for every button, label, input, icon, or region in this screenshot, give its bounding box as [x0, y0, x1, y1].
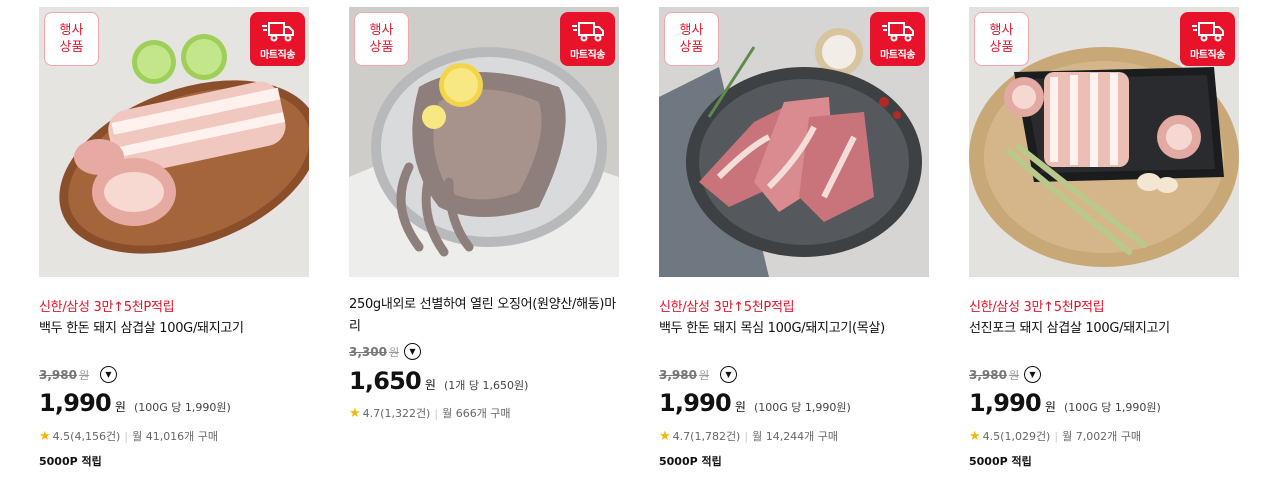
mart-delivery-badge: 마트직송 — [250, 12, 305, 66]
unit-price: (100G 당 1,990원) — [133, 401, 231, 414]
sale-price: 1,990 원 (100G 당 1,990원) — [659, 389, 851, 417]
star-icon: ★ — [659, 429, 671, 444]
sale-price-currency: 원 — [1044, 400, 1056, 414]
original-price-currency: 원 — [388, 346, 400, 359]
product-card[interactable]: 행사 상품 마트직송 250g내외로 선별하여 열린 오징어(원양산/해동)마리… — [349, 7, 619, 477]
chevron-down-icon[interactable]: ▼ — [1024, 366, 1041, 383]
mart-delivery-label: 마트직송 — [570, 50, 605, 61]
promo-text: 신한/삼성 3만↑5천P적립 — [659, 300, 795, 315]
original-price: 3,980 원 ▼ — [659, 366, 737, 383]
sale-price-currency: 원 — [734, 400, 746, 414]
unit-price: (100G 당 1,990원) — [1063, 401, 1161, 414]
sale-price: 1,650 원 (1개 당 1,650원) — [349, 367, 528, 395]
chevron-down-icon[interactable]: ▼ — [720, 366, 737, 383]
rating-value: 4.7 — [362, 407, 381, 420]
review-count: (1,782건) — [690, 430, 741, 443]
original-price-value: 3,980 — [39, 368, 77, 382]
truck-icon — [1192, 22, 1224, 42]
event-badge-line1: 행사 — [679, 23, 704, 38]
monthly-sales: 월 14,244개 구매 — [752, 430, 839, 443]
star-icon: ★ — [969, 429, 981, 444]
divider: | — [124, 430, 129, 443]
event-badge: 행사 상품 — [974, 12, 1029, 66]
event-badge: 행사 상품 — [354, 12, 409, 66]
chevron-down-icon[interactable]: ▼ — [100, 366, 117, 383]
mart-delivery-badge: 마트직송 — [560, 12, 615, 66]
monthly-sales: 월 666개 구매 — [442, 407, 511, 420]
mart-delivery-label: 마트직송 — [1190, 50, 1225, 61]
sale-price: 1,990 원 (100G 당 1,990원) — [969, 389, 1161, 417]
unit-price: (100G 당 1,990원) — [753, 401, 851, 414]
original-price: 3,300 원 ▼ — [349, 343, 421, 360]
event-badge-line1: 행사 — [59, 23, 84, 38]
divider: | — [744, 430, 749, 443]
divider: | — [1054, 430, 1059, 443]
original-price-currency: 원 — [1008, 369, 1020, 382]
mart-delivery-badge: 마트직송 — [1180, 12, 1235, 66]
original-price-currency: 원 — [78, 369, 90, 382]
promo-text: 신한/삼성 3만↑5천P적립 — [39, 300, 175, 315]
event-badge: 행사 상품 — [664, 12, 719, 66]
rating-value: 4.5 — [52, 430, 71, 443]
product-title[interactable]: 백두 한돈 돼지 목심 100G/돼지고기(목살) — [659, 318, 927, 340]
sale-price-value: 1,990 — [39, 389, 112, 417]
event-badge: 행사 상품 — [44, 12, 99, 66]
star-icon: ★ — [39, 429, 51, 444]
event-badge-line1: 행사 — [989, 23, 1014, 38]
promo-text: 신한/삼성 3만↑5천P적립 — [969, 300, 1105, 315]
original-price-value: 3,300 — [349, 345, 387, 359]
product-card[interactable]: 행사 상품 마트직송 신한/삼성 3만↑5천P적립 선진포크 돼지 삼겹살 10… — [969, 7, 1239, 477]
points-text: 5000P 적립 — [969, 455, 1032, 468]
original-price: 3,980 원 ▼ — [969, 366, 1041, 383]
event-badge-line2: 상품 — [989, 40, 1014, 55]
product-card[interactable]: 행사 상품 마트직송 신한/삼성 3만↑5천P적립 백두 한돈 돼지 목심 10… — [659, 7, 929, 477]
points-text: 5000P 적립 — [659, 455, 722, 468]
product-title[interactable]: 250g내외로 선별하여 열린 오징어(원양산/해동)마리 — [349, 294, 617, 338]
product-title[interactable]: 선진포크 돼지 삼겹살 100G/돼지고기 — [969, 318, 1237, 340]
sale-price-currency: 원 — [424, 378, 436, 392]
original-price-currency: 원 — [698, 369, 710, 382]
rating-row: ★ 4.7(1,782건) | 월 14,244개 구매 — [659, 428, 838, 444]
mart-delivery-label: 마트직송 — [880, 50, 915, 61]
mart-delivery-badge: 마트직송 — [870, 12, 925, 66]
review-count: (1,029건) — [1000, 430, 1051, 443]
original-price: 3,980 원 ▼ — [39, 366, 117, 383]
rating-value: 4.7 — [672, 430, 691, 443]
truck-icon — [882, 22, 914, 42]
original-price-value: 3,980 — [969, 368, 1007, 382]
chevron-down-icon[interactable]: ▼ — [404, 343, 421, 360]
event-badge-line2: 상품 — [59, 40, 84, 55]
rating-row: ★ 4.5(1,029건) | 월 7,002개 구매 — [969, 428, 1141, 444]
review-count: (4,156건) — [70, 430, 121, 443]
sale-price-value: 1,650 — [349, 367, 422, 395]
unit-price: (1개 당 1,650원) — [443, 379, 529, 392]
star-icon: ★ — [349, 406, 361, 421]
sale-price-value: 1,990 — [969, 389, 1042, 417]
sale-price-value: 1,990 — [659, 389, 732, 417]
divider: | — [434, 407, 439, 420]
event-badge-line1: 행사 — [369, 23, 394, 38]
mart-delivery-label: 마트직송 — [260, 50, 295, 61]
truck-icon — [572, 22, 604, 42]
points-text: 5000P 적립 — [39, 455, 102, 468]
event-badge-line2: 상품 — [369, 40, 394, 55]
product-title[interactable]: 백두 한돈 돼지 삼겹살 100G/돼지고기 — [39, 318, 307, 340]
truck-icon — [262, 22, 294, 42]
monthly-sales: 월 7,002개 구매 — [1062, 430, 1142, 443]
rating-row: ★ 4.5(4,156건) | 월 41,016개 구매 — [39, 428, 218, 444]
product-card[interactable]: 행사 상품 마트직송 신한/삼성 3만↑5천P적립 백두 한돈 돼지 삼겹살 1… — [39, 7, 309, 477]
event-badge-line2: 상품 — [679, 40, 704, 55]
original-price-value: 3,980 — [659, 368, 697, 382]
sale-price-currency: 원 — [114, 400, 126, 414]
review-count: (1,322건) — [380, 407, 431, 420]
monthly-sales: 월 41,016개 구매 — [132, 430, 219, 443]
rating-value: 4.5 — [982, 430, 1001, 443]
rating-row: ★ 4.7(1,322건) | 월 666개 구매 — [349, 405, 511, 421]
sale-price: 1,990 원 (100G 당 1,990원) — [39, 389, 231, 417]
